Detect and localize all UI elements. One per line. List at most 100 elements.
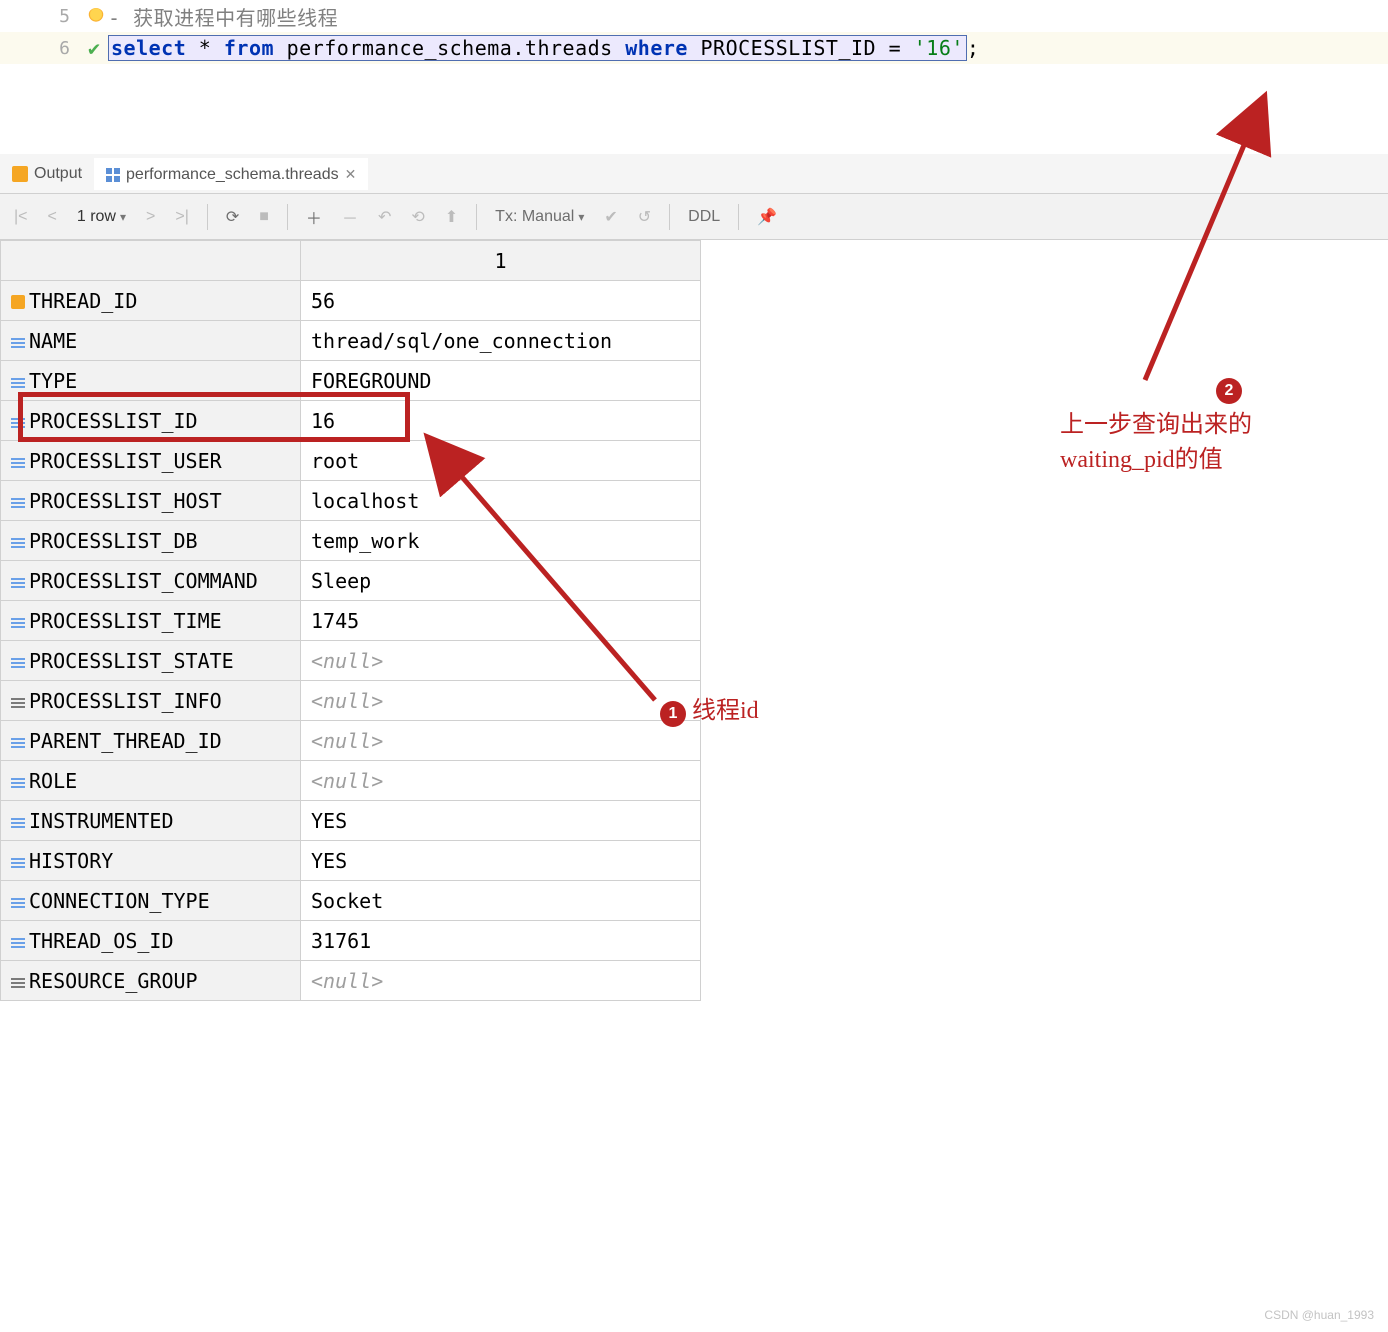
field-value-cell[interactable]: YES bbox=[301, 801, 701, 841]
gutter-status-icon: ✔ bbox=[80, 36, 108, 60]
row-count-dropdown[interactable]: 1 row ▾ bbox=[71, 204, 132, 230]
field-name: THREAD_ID bbox=[29, 289, 137, 313]
check-icon: ✔ bbox=[88, 36, 100, 60]
field-name: PROCESSLIST_DB bbox=[29, 529, 198, 553]
field-value-cell[interactable]: temp_work bbox=[301, 521, 701, 561]
field-name-cell[interactable]: INSTRUMENTED bbox=[1, 801, 301, 841]
field-name: PARENT_THREAD_ID bbox=[29, 729, 222, 753]
field-value-cell[interactable]: <null> bbox=[301, 961, 701, 1001]
nav-prev-button[interactable]: < bbox=[42, 204, 63, 230]
commit-button[interactable]: ⬆ bbox=[439, 203, 464, 231]
field-name-cell[interactable]: PROCESSLIST_USER bbox=[1, 441, 301, 481]
tx-mode-dropdown[interactable]: Tx: Manual ▾ bbox=[489, 204, 590, 230]
table-row[interactable]: PROCESSLIST_ID16 bbox=[1, 401, 701, 441]
nav-last-button[interactable]: >| bbox=[169, 204, 195, 230]
table-row[interactable]: HISTORYYES bbox=[1, 841, 701, 881]
field-value-cell[interactable]: 16 bbox=[301, 401, 701, 441]
field-name-cell[interactable]: RESOURCE_GROUP bbox=[1, 961, 301, 1001]
revert-button[interactable]: ↶ bbox=[372, 203, 397, 231]
field-name-cell[interactable]: THREAD_ID bbox=[1, 281, 301, 321]
reload-button[interactable]: ⟳ bbox=[220, 203, 245, 231]
sql-statement[interactable]: select * from performance_schema.threads… bbox=[108, 35, 967, 61]
field-value-cell[interactable]: FOREGROUND bbox=[301, 361, 701, 401]
field-value-cell[interactable]: Sleep bbox=[301, 561, 701, 601]
add-row-button[interactable]: ＋ bbox=[300, 201, 328, 233]
table-row[interactable]: RESOURCE_GROUP<null> bbox=[1, 961, 701, 1001]
field-value-cell[interactable]: 1745 bbox=[301, 601, 701, 641]
column-type-icon bbox=[11, 815, 25, 829]
field-name-cell[interactable]: ROLE bbox=[1, 761, 301, 801]
gutter-hint-icon[interactable] bbox=[80, 8, 108, 24]
tab-threads[interactable]: performance_schema.threads ✕ bbox=[94, 158, 368, 190]
result-toolbar: |< < 1 row ▾ > >| ⟳ ■ ＋ － ↶ ⟲ ⬆ Tx: Manu… bbox=[0, 194, 1388, 240]
close-icon[interactable]: ✕ bbox=[345, 166, 357, 183]
table-row[interactable]: INSTRUMENTEDYES bbox=[1, 801, 701, 841]
table-row[interactable]: PROCESSLIST_STATE <null> bbox=[1, 641, 701, 681]
column-type-icon bbox=[11, 895, 25, 909]
tx-rollback-button[interactable]: ↺ bbox=[632, 203, 657, 231]
remove-row-button[interactable]: － bbox=[336, 201, 364, 233]
field-name: CONNECTION_TYPE bbox=[29, 889, 210, 913]
field-name-cell[interactable]: PARENT_THREAD_ID bbox=[1, 721, 301, 761]
table-row[interactable]: PROCESSLIST_TIME 1745 bbox=[1, 601, 701, 641]
field-name-cell[interactable]: PROCESSLIST_TIME bbox=[1, 601, 301, 641]
column-type-icon bbox=[11, 935, 25, 949]
column-type-icon bbox=[11, 335, 25, 349]
field-name-cell[interactable]: NAME bbox=[1, 321, 301, 361]
preview-button[interactable]: ⟲ bbox=[405, 203, 430, 231]
stop-button[interactable]: ■ bbox=[253, 204, 275, 230]
field-value-cell[interactable]: <null> bbox=[301, 721, 701, 761]
field-name-cell[interactable]: CONNECTION_TYPE bbox=[1, 881, 301, 921]
field-name-cell[interactable]: PROCESSLIST_HOST bbox=[1, 481, 301, 521]
table-row[interactable]: TYPEFOREGROUND bbox=[1, 361, 701, 401]
field-value-cell[interactable]: <null> bbox=[301, 761, 701, 801]
field-value-cell[interactable]: <null> bbox=[301, 641, 701, 681]
column-type-icon bbox=[11, 295, 25, 309]
nav-first-button[interactable]: |< bbox=[8, 204, 34, 230]
field-value-cell[interactable]: Socket bbox=[301, 881, 701, 921]
table-row[interactable]: PROCESSLIST_USERroot bbox=[1, 441, 701, 481]
field-value-cell[interactable]: YES bbox=[301, 841, 701, 881]
field-value-cell[interactable]: localhost bbox=[301, 481, 701, 521]
field-name: PROCESSLIST_TIME bbox=[29, 609, 222, 633]
editor-line-5[interactable]: 5 - 获取进程中有哪些线程 bbox=[0, 0, 1388, 32]
field-name-cell[interactable]: HISTORY bbox=[1, 841, 301, 881]
tx-commit-button[interactable]: ✔ bbox=[598, 203, 623, 231]
field-name-cell[interactable]: PROCESSLIST_INFO bbox=[1, 681, 301, 721]
field-name-cell[interactable]: PROCESSLIST_STATE bbox=[1, 641, 301, 681]
ddl-button[interactable]: DDL bbox=[682, 204, 726, 230]
column-type-icon bbox=[11, 735, 25, 749]
field-name-cell[interactable]: PROCESSLIST_ID bbox=[1, 401, 301, 441]
table-row[interactable]: ROLE<null> bbox=[1, 761, 701, 801]
field-name-cell[interactable]: PROCESSLIST_DB bbox=[1, 521, 301, 561]
table-row[interactable]: THREAD_OS_ID 31761 bbox=[1, 921, 701, 961]
table-row[interactable]: THREAD_ID 56 bbox=[1, 281, 701, 321]
field-name-cell[interactable]: PROCESSLIST_COMMAND bbox=[1, 561, 301, 601]
column-type-icon bbox=[11, 855, 25, 869]
field-value-cell[interactable]: thread/sql/one_connection bbox=[301, 321, 701, 361]
table-row[interactable]: PROCESSLIST_COMMANDSleep bbox=[1, 561, 701, 601]
field-value-cell[interactable]: 31761 bbox=[301, 921, 701, 961]
pin-button[interactable]: 📌 bbox=[751, 203, 783, 231]
field-value-cell[interactable]: root bbox=[301, 441, 701, 481]
column-type-icon bbox=[11, 775, 25, 789]
table-row[interactable]: PARENT_THREAD_ID <null> bbox=[1, 721, 701, 761]
editor-line-6[interactable]: 6 ✔ select * from performance_schema.thr… bbox=[0, 32, 1388, 64]
result-grid[interactable]: 1 THREAD_ID 56NAMEthread/sql/one_connecti… bbox=[0, 240, 1388, 1001]
column-header[interactable]: 1 bbox=[301, 241, 701, 281]
table-row[interactable]: PROCESSLIST_INFO<null> bbox=[1, 681, 701, 721]
field-name-cell[interactable]: TYPE bbox=[1, 361, 301, 401]
nav-next-button[interactable]: > bbox=[140, 204, 161, 230]
sql-editor[interactable]: 5 - 获取进程中有哪些线程 6 ✔ select * from perform… bbox=[0, 0, 1388, 64]
table-row[interactable]: NAMEthread/sql/one_connection bbox=[1, 321, 701, 361]
table-row[interactable]: CONNECTION_TYPE Socket bbox=[1, 881, 701, 921]
field-value-cell[interactable]: <null> bbox=[301, 681, 701, 721]
field-name: THREAD_OS_ID bbox=[29, 929, 174, 953]
field-value-cell[interactable]: 56 bbox=[301, 281, 701, 321]
field-name-cell[interactable]: THREAD_OS_ID bbox=[1, 921, 301, 961]
field-name: PROCESSLIST_STATE bbox=[29, 649, 234, 673]
table-row[interactable]: PROCESSLIST_HOSTlocalhost bbox=[1, 481, 701, 521]
table-row[interactable]: PROCESSLIST_DB temp_work bbox=[1, 521, 701, 561]
result-table[interactable]: 1 THREAD_ID 56NAMEthread/sql/one_connecti… bbox=[0, 240, 701, 1001]
tab-output[interactable]: Output bbox=[0, 159, 94, 189]
